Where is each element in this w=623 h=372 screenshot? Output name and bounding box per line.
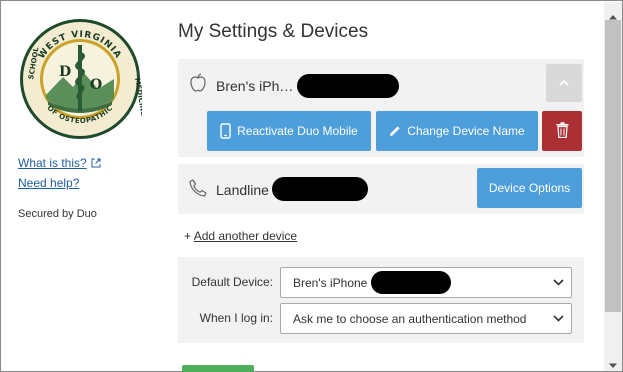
- pencil-icon: [389, 125, 401, 137]
- logo-letter-o: O: [90, 77, 102, 93]
- change-name-label: Change Device Name: [407, 124, 525, 138]
- scrollbar-thumb[interactable]: [605, 20, 621, 312]
- mobile-phone-icon: [220, 123, 231, 139]
- sidebar: WEST VIRGINIA OF OSTEOPATHIC SCHOOL MEDI…: [1, 1, 164, 371]
- device-card-landline: Landline Device Options: [178, 164, 584, 214]
- school-logo: WEST VIRGINIA OF OSTEOPATHIC SCHOOL MEDI…: [18, 17, 148, 141]
- external-link-icon: [91, 157, 101, 168]
- chevron-down-icon: [553, 315, 564, 322]
- device-options-button[interactable]: Device Options: [477, 168, 582, 208]
- redaction-bar: [297, 74, 399, 98]
- chevron-up-icon: [559, 79, 569, 86]
- phone-handset-icon: [188, 178, 208, 203]
- vertical-scrollbar[interactable]: [604, 2, 622, 371]
- logo-letter-d: D: [59, 64, 71, 80]
- add-prefix: +: [184, 229, 192, 243]
- need-help-link[interactable]: Need help?: [18, 176, 79, 190]
- trash-icon: [556, 121, 569, 141]
- duo-settings-window: WEST VIRGINIA OF OSTEOPATHIC SCHOOL MEDI…: [0, 0, 623, 372]
- chevron-down-icon: [553, 279, 564, 286]
- when-login-select[interactable]: Ask me to choose an authentication metho…: [280, 303, 572, 334]
- redaction-bar: [272, 177, 368, 201]
- change-device-name-button[interactable]: Change Device Name: [376, 111, 538, 151]
- page-title: My Settings & Devices: [178, 21, 369, 42]
- secured-by-duo: Secured by Duo: [18, 208, 97, 220]
- default-device-select[interactable]: Bren's iPhone: [280, 267, 572, 298]
- add-device-link[interactable]: + Add another device: [184, 229, 297, 243]
- redaction-bar: [371, 271, 451, 294]
- save-button[interactable]: [182, 365, 254, 372]
- collapse-device-button[interactable]: [546, 64, 582, 102]
- login-settings-card: Default Device: Bren's iPhone When I log…: [178, 257, 584, 343]
- what-is-this-link[interactable]: What is this?: [18, 156, 101, 170]
- reactivate-duo-mobile-button[interactable]: Reactivate Duo Mobile: [207, 111, 371, 151]
- device-name-iphone: Bren's iPh…: [216, 78, 294, 94]
- main-panel: My Settings & Devices Bren's iPh… Reacti…: [164, 1, 604, 372]
- when-login-value: Ask me to choose an authentication metho…: [293, 311, 527, 326]
- when-login-label: When I log in:: [199, 311, 273, 325]
- scroll-down-arrow-icon[interactable]: [607, 357, 619, 372]
- reactivate-label: Reactivate Duo Mobile: [237, 124, 358, 138]
- device-options-label: Device Options: [488, 181, 571, 195]
- device-name-landline: Landline: [216, 182, 269, 198]
- default-device-label: Default Device:: [191, 275, 273, 289]
- default-device-value: Bren's iPhone: [293, 275, 368, 290]
- what-is-this-label[interactable]: What is this?: [18, 156, 87, 170]
- delete-device-button[interactable]: [542, 111, 582, 151]
- device-card-iphone: Bren's iPh… Reactivate Duo Mobile Change…: [178, 59, 584, 157]
- apple-icon: [190, 73, 206, 97]
- add-another-device-label[interactable]: Add another device: [194, 229, 297, 243]
